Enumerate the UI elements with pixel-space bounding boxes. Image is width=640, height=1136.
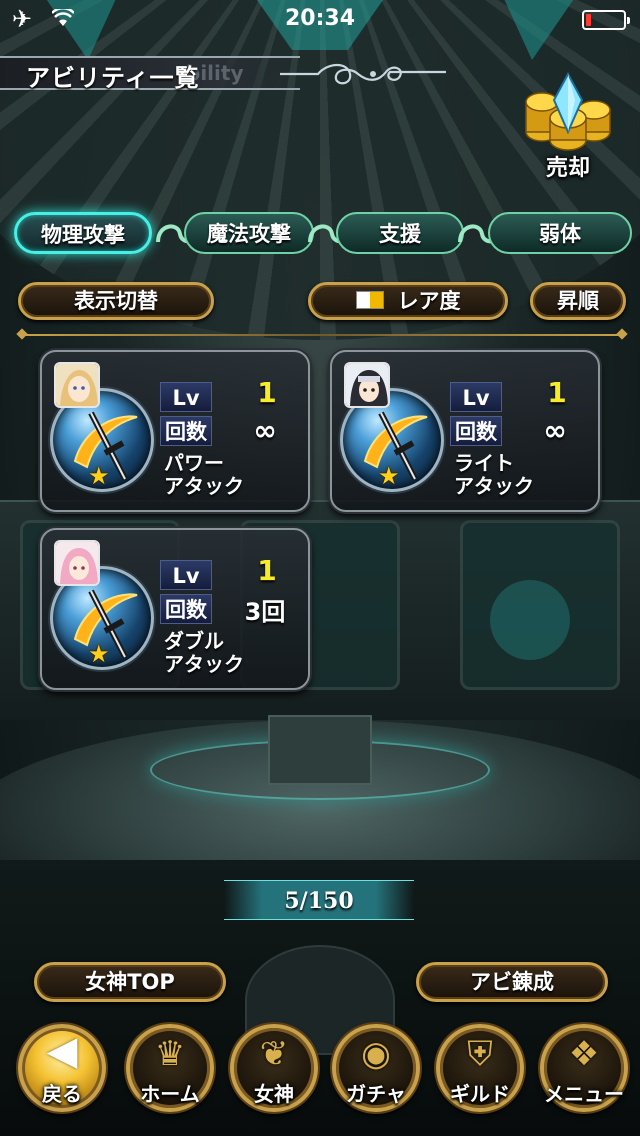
tab-physical-attack[interactable]: 物理攻撃 (14, 212, 152, 254)
level-value: 1 (257, 376, 277, 409)
nav-menu-label: メニュー (544, 1082, 624, 1106)
home-icon: ♛ (154, 1034, 186, 1074)
sell-button[interactable]: 売却 (520, 66, 616, 181)
nav-gacha-label: ガチャ (346, 1082, 406, 1106)
character-portrait (54, 540, 100, 586)
sort-order-button[interactable]: 昇順 (530, 282, 626, 320)
sell-button-label: 売却 (545, 156, 590, 181)
display-toggle-button[interactable]: 表示切替 (18, 282, 214, 320)
ability-name-line-2: アタック (164, 474, 244, 498)
guild-icon: ⛨ (467, 1034, 493, 1074)
battery-icon (582, 10, 630, 30)
ability-name-line-1: パワー (164, 451, 224, 475)
nav-back-button[interactable]: ◀ 戻る (14, 1020, 110, 1116)
ability-refine-button[interactable]: アビ錬成 (416, 962, 608, 1002)
nav-gacha-button[interactable]: ◉ ガチャ (328, 1020, 424, 1116)
rarity-star-icon: ★ (378, 462, 400, 490)
status-bar: ✈ 20:34 (0, 0, 640, 40)
battery-level (586, 14, 591, 26)
level-label: Lv (450, 382, 502, 412)
tab-debuff[interactable]: 弱体 (488, 212, 632, 254)
wing-icon: ❦ (259, 1034, 289, 1074)
menu-icon: ❖ (568, 1034, 600, 1074)
page-title: アビリティ一覧 (26, 64, 200, 92)
ability-card[interactable]: ★ Lv 1 回数 3回 ダブル アタック (40, 528, 310, 690)
nav-goddess-label: 女神 (254, 1082, 294, 1106)
nav-home-label: ホーム (140, 1082, 200, 1106)
uses-value: ∞ (253, 414, 277, 447)
nav-guild-button[interactable]: ⛨ ギルド (432, 1020, 528, 1116)
back-arrow-icon: ◀ (46, 1028, 78, 1074)
ability-card[interactable]: ★ Lv 1 回数 ∞ パワー アタック (40, 350, 310, 512)
clock: 20:34 (284, 6, 356, 31)
tab-magic-attack[interactable]: 魔法攻撃 (184, 212, 314, 254)
rarity-sort-button[interactable]: レア度 (308, 282, 508, 320)
rarity-sort-label: レア度 (397, 289, 461, 313)
ability-name-line-2: アタック (164, 652, 244, 676)
nav-home-button[interactable]: ♛ ホーム (122, 1020, 218, 1116)
tab-support[interactable]: 支援 (336, 212, 464, 254)
header-flourish-ornament (280, 63, 446, 85)
ability-name-line-2: アタック (454, 474, 534, 498)
character-portrait (54, 362, 100, 408)
uses-label: 回数 (450, 416, 502, 446)
level-value: 1 (257, 554, 277, 587)
ability-name: ダブル アタック (164, 630, 304, 676)
ability-name-line-1: ダブル (164, 629, 224, 653)
uses-value: ∞ (543, 414, 567, 447)
rarity-star-icon: ★ (88, 640, 110, 668)
nav-guild-label: ギルド (450, 1082, 510, 1106)
uses-label: 回数 (160, 416, 212, 446)
gold-coins-crystal-icon (525, 71, 611, 151)
section-divider (22, 334, 622, 336)
character-portrait (344, 362, 390, 408)
category-tabs: 物理攻撃 魔法攻撃 支援 弱体 (0, 208, 640, 258)
ability-name-line-1: ライト (454, 451, 514, 475)
rarity-sort-icon (355, 291, 384, 309)
level-value: 1 (547, 376, 567, 409)
uses-value: 3回 (244, 598, 286, 626)
nav-back-label: 戻る (42, 1082, 82, 1106)
rarity-star-icon: ★ (88, 462, 110, 490)
screen-header: bility アビリティ一覧 (0, 52, 460, 94)
nav-menu-button[interactable]: ❖ メニュー (536, 1020, 632, 1116)
level-label: Lv (160, 560, 212, 590)
ability-count: 5/150 (224, 880, 414, 920)
ability-name: ライト アタック (454, 452, 594, 498)
goddess-top-button[interactable]: 女神TOP (34, 962, 226, 1002)
uses-label: 回数 (160, 594, 212, 624)
gacha-icon: ◉ (361, 1034, 391, 1074)
ability-name: パワー アタック (164, 452, 304, 498)
level-label: Lv (160, 382, 212, 412)
nav-goddess-button[interactable]: ❦ 女神 (226, 1020, 322, 1116)
ability-card[interactable]: ★ Lv 1 回数 ∞ ライト アタック (330, 350, 600, 512)
